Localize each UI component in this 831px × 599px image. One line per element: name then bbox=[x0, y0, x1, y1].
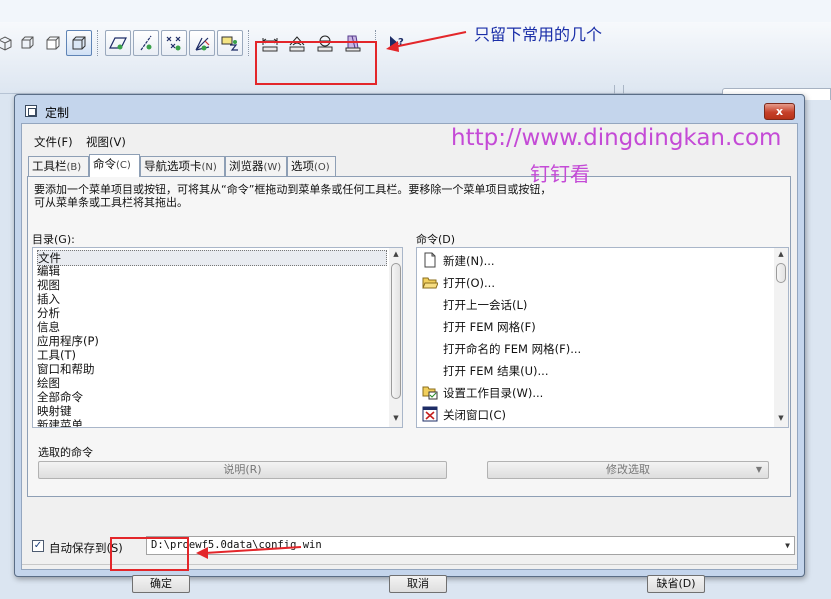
list-item[interactable]: 打开(O)... bbox=[443, 275, 495, 291]
list-item[interactable]: 设置工作目录(W)... bbox=[443, 385, 543, 401]
annotation-plane-icon[interactable] bbox=[217, 30, 243, 56]
dialog-client: 文件(F) 视图(V) 工具栏(B) 命令(C) 导航选项卡(N) 浏览器(W)… bbox=[21, 123, 798, 593]
list-item[interactable]: 全部命令 bbox=[37, 390, 83, 404]
view-cube-front-icon[interactable] bbox=[40, 30, 66, 56]
close-button[interactable]: x bbox=[764, 103, 795, 120]
view-cube-outline-icon[interactable] bbox=[14, 30, 40, 56]
explain-button[interactable]: 说明(R) bbox=[38, 461, 447, 479]
categories-list[interactable]: 文件 编辑 视图 插入 分析 信息 应用程序(P) 工具(T) 窗口和帮助 绘图… bbox=[32, 247, 403, 428]
instructions-line: 要添加一个菜单项目或按钮，可将其从“命令”框拖动到菜单条或任何工具栏。要移除一个… bbox=[34, 183, 552, 196]
tab-shortcut: (W) bbox=[263, 162, 282, 173]
toolbar-separator bbox=[97, 30, 99, 56]
list-item[interactable]: 窗口和帮助 bbox=[37, 362, 95, 376]
list-item[interactable]: 插入 bbox=[37, 292, 60, 306]
whats-this-help-icon[interactable]: ? bbox=[383, 30, 409, 56]
scroll-down-icon[interactable]: ▼ bbox=[389, 414, 402, 422]
annotation-note: 只留下常用的几个 bbox=[474, 25, 603, 44]
list-item[interactable]: 打开 FEM 网格(F) bbox=[443, 319, 536, 335]
chevron-down-icon: ▼ bbox=[785, 541, 790, 550]
ok-button[interactable]: 确定 bbox=[132, 575, 190, 593]
tab-commands[interactable]: 命令(C) bbox=[89, 154, 140, 177]
dialog-titlebar[interactable]: 定制 x bbox=[15, 95, 804, 123]
list-item[interactable]: 编辑 bbox=[37, 264, 60, 278]
open-folder-icon bbox=[422, 277, 438, 289]
selected-command-label: 选取的命令 bbox=[38, 446, 93, 459]
window-icon bbox=[25, 105, 37, 117]
commands-list[interactable]: 新建(N)... 打开(O)... 打开上一会话(L) 打开 FEM 网格(F)… bbox=[416, 247, 789, 428]
new-file-icon bbox=[424, 252, 436, 268]
scroll-thumb[interactable] bbox=[391, 263, 401, 399]
dialog-title: 定制 bbox=[45, 106, 70, 120]
cancel-button[interactable]: 取消 bbox=[389, 575, 447, 593]
datum-plane-icon[interactable] bbox=[105, 30, 131, 56]
list-item[interactable]: 分析 bbox=[37, 306, 60, 320]
list-item[interactable]: 绘图 bbox=[37, 376, 60, 390]
chevron-down-icon: ▼ bbox=[755, 465, 762, 474]
categories-scrollbar[interactable]: ▲ ▼ bbox=[389, 248, 402, 427]
list-item[interactable]: 应用程序(P) bbox=[37, 334, 99, 348]
categories-label: 目录(G): bbox=[32, 233, 75, 246]
commands-label: 命令(D) bbox=[416, 233, 456, 246]
list-item[interactable]: 打开 FEM 结果(U)... bbox=[443, 363, 548, 379]
tab-browser[interactable]: 浏览器(W) bbox=[225, 156, 287, 176]
tab-toolbars[interactable]: 工具栏(B) bbox=[28, 156, 89, 176]
tab-shortcut: (B) bbox=[66, 162, 82, 173]
list-item[interactable]: 映射键 bbox=[37, 404, 72, 418]
coordinate-system-icon[interactable] bbox=[189, 30, 215, 56]
autosave-path-select[interactable]: D:\proewf5.0data\config.win ▼ bbox=[146, 536, 795, 555]
scroll-up-icon[interactable]: ▲ bbox=[774, 250, 788, 258]
svg-text:?: ? bbox=[398, 37, 404, 48]
list-item[interactable]: 关闭窗口(C) bbox=[443, 407, 506, 423]
watermark-name: 钉钉看 bbox=[530, 162, 590, 186]
menu-file[interactable]: 文件(F) bbox=[34, 134, 73, 150]
toolbar-highlight-box bbox=[255, 41, 377, 85]
modify-selection-button[interactable]: 修改选取 ▼ bbox=[487, 461, 769, 479]
scroll-down-icon[interactable]: ▼ bbox=[774, 414, 788, 422]
customize-dialog: 定制 x 文件(F) 视图(V) 工具栏(B) 命令(C) 导航选项卡(N) 浏… bbox=[14, 94, 805, 593]
working-directory-icon bbox=[422, 386, 438, 400]
tab-shortcut: (C) bbox=[116, 160, 131, 171]
tab-label: 命令 bbox=[93, 157, 116, 171]
watermark-url: http://www.dingdingkan.com bbox=[451, 125, 782, 151]
list-item[interactable]: 信息 bbox=[37, 320, 60, 334]
list-item[interactable]: 打开命名的 FEM 网格(F)... bbox=[443, 341, 581, 357]
ok-highlight-box bbox=[110, 537, 189, 571]
default-button[interactable]: 缺省(D) bbox=[647, 575, 705, 593]
list-item[interactable]: 文件 bbox=[37, 250, 387, 266]
tab-label: 浏览器 bbox=[229, 159, 264, 173]
list-item[interactable]: 打开上一会话(L) bbox=[443, 297, 527, 313]
tab-shortcut: (O) bbox=[314, 162, 330, 173]
commands-scrollbar[interactable]: ▲ ▼ bbox=[774, 248, 788, 427]
tab-label: 选项 bbox=[291, 159, 314, 173]
shaded-cube-icon[interactable] bbox=[66, 30, 92, 56]
instructions-line: 可从菜单条或工具栏将其拖出。 bbox=[34, 196, 188, 209]
tab-label: 导航选项卡 bbox=[144, 159, 202, 173]
list-item[interactable]: 新建(N)... bbox=[443, 253, 495, 269]
toolbar-separator bbox=[248, 30, 250, 56]
modify-selection-label: 修改选取 bbox=[606, 463, 650, 476]
tab-options[interactable]: 选项(O) bbox=[287, 156, 336, 176]
tab-shortcut: (N) bbox=[201, 162, 217, 173]
tab-navigator[interactable]: 导航选项卡(N) bbox=[140, 156, 225, 176]
autosave-checkbox[interactable]: ✓ bbox=[32, 540, 44, 552]
close-window-icon bbox=[422, 406, 438, 422]
list-item[interactable]: 视图 bbox=[37, 278, 60, 292]
datum-axis-icon[interactable] bbox=[133, 30, 159, 56]
scroll-up-icon[interactable]: ▲ bbox=[389, 250, 402, 258]
scroll-thumb[interactable] bbox=[776, 263, 786, 283]
menu-view[interactable]: 视图(V) bbox=[86, 134, 126, 150]
commands-panel: 要添加一个菜单项目或按钮，可将其从“命令”框拖动到菜单条或任何工具栏。要移除一个… bbox=[27, 176, 791, 497]
app-title-band bbox=[0, 0, 831, 22]
datum-point-icon[interactable] bbox=[161, 30, 187, 56]
list-item[interactable]: 工具(T) bbox=[37, 348, 76, 362]
tab-label: 工具栏 bbox=[32, 159, 67, 173]
instructions-text: 要添加一个菜单项目或按钮，可将其从“命令”框拖动到菜单条或任何工具栏。要移除一个… bbox=[34, 183, 551, 209]
list-item[interactable]: 新建菜单 bbox=[37, 418, 83, 427]
